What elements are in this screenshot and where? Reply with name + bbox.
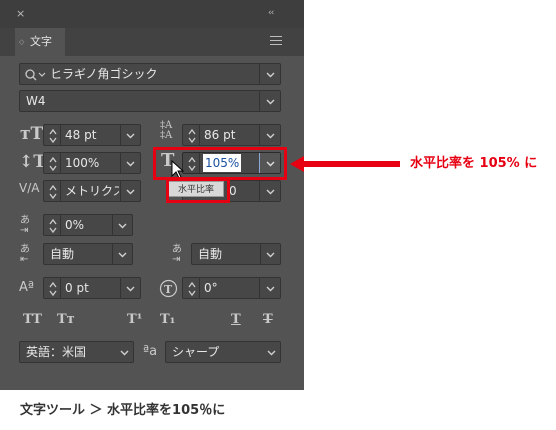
highlight-box-tooltip [166, 178, 230, 203]
vertical-scale-value: 100% [65, 156, 100, 170]
font-size-field[interactable]: 48 pt [43, 124, 141, 146]
svg-text:T: T [164, 283, 173, 296]
leading-value: 86 pt [204, 128, 236, 142]
highlight-box-horizontal-scale [153, 147, 287, 180]
kerning-dropdown[interactable]: メトリクス [43, 180, 141, 202]
tsume-value: 0% [65, 218, 85, 232]
tab-label: 文字 [30, 35, 52, 48]
annotation-arrow-icon [290, 156, 400, 172]
chevron-down-icon [266, 286, 275, 292]
aki-after-icon: あ ⇥ [172, 244, 182, 265]
vertical-scale-field[interactable]: 100% [43, 152, 141, 174]
superscript-button[interactable]: T¹ [127, 313, 142, 327]
vertical-scale-icon: ↕T [19, 152, 46, 172]
character-rotation-icon: T [159, 279, 178, 298]
stepper-icon[interactable] [187, 127, 197, 145]
aki-before-value: 自動 [50, 247, 75, 261]
chevron-down-icon [267, 350, 276, 356]
annotation-label: 水平比率を 105% に [410, 156, 538, 171]
kerning-icon: V/A [19, 181, 40, 195]
kerning-value: メトリクス [65, 184, 119, 198]
font-size-icon: тT [20, 124, 44, 144]
close-icon[interactable]: × [16, 8, 25, 19]
chevron-down-icon [266, 189, 275, 195]
chevron-down-icon [120, 350, 129, 356]
character-panel: × ‹‹ ◇ 文字 ヒラギノ角ゴシック W4 тT 48 pt ‡A ‡A 86… [0, 0, 304, 390]
stepper-icon[interactable] [48, 280, 58, 298]
aki-after-value: 自動 [198, 247, 223, 261]
tsume-field[interactable]: 0% [43, 214, 133, 236]
font-size-value: 48 pt [65, 128, 97, 142]
collapse-icon[interactable]: ‹‹ [268, 9, 274, 18]
chevron-down-icon [266, 252, 275, 258]
chevron-down-icon [126, 133, 135, 139]
aki-before-dropdown[interactable]: 自動 [43, 243, 133, 265]
chevron-down-icon [266, 133, 275, 139]
stepper-icon[interactable] [48, 217, 58, 235]
rotation-field[interactable]: 0° [182, 277, 281, 299]
strikethrough-button[interactable]: T [263, 313, 273, 327]
search-icon [25, 69, 46, 81]
stepper-icon[interactable] [48, 183, 58, 201]
panel-menu-icon[interactable] [270, 36, 282, 46]
subscript-button[interactable]: T₁ [160, 313, 175, 327]
caption: 文字ツール ＞ 水平比率を105％に [20, 403, 226, 418]
all-caps-button[interactable]: TT [23, 313, 42, 327]
aki-before-icon: あ ⇤ [20, 244, 30, 265]
language-value: 英語：米国 [26, 345, 87, 359]
aki-after-dropdown[interactable]: 自動 [191, 243, 281, 265]
baseline-shift-field[interactable]: 0 pt [43, 277, 141, 299]
leading-field[interactable]: 86 pt [182, 124, 281, 146]
font-style-dropdown[interactable]: W4 [19, 90, 281, 112]
font-family-value: ヒラギノ角ゴシック [50, 67, 158, 81]
leading-icon: ‡A ‡A [160, 120, 173, 141]
chevron-down-icon [126, 286, 135, 292]
chevron-down-icon [266, 72, 275, 78]
font-style-value: W4 [26, 94, 46, 108]
chevron-down-icon [126, 189, 135, 195]
stepper-icon[interactable] [48, 155, 58, 173]
antialias-value: シャープ [172, 345, 220, 359]
font-family-dropdown[interactable]: ヒラギノ角ゴシック [19, 63, 281, 85]
panel-titlebar: × ‹‹ [0, 0, 304, 28]
chevron-down-icon [266, 99, 275, 105]
underline-button[interactable]: T [231, 313, 241, 327]
stepper-icon[interactable] [187, 280, 197, 298]
stepper-icon[interactable] [48, 127, 58, 145]
language-dropdown[interactable]: 英語：米国 [19, 341, 134, 363]
antialias-dropdown[interactable]: シャープ [165, 341, 281, 363]
rotation-value: 0° [204, 281, 218, 295]
tracking-value: 0 [229, 184, 237, 198]
baseline-shift-icon: Aª [19, 280, 35, 295]
tab-character[interactable]: ◇ 文字 [15, 28, 65, 56]
tsume-icon: あ ⇥ [20, 215, 30, 236]
tab-grip-icon: ◇ [19, 38, 25, 46]
small-caps-button[interactable]: Tт [57, 313, 75, 327]
panel-tab-row: ◇ 文字 [0, 28, 304, 56]
chevron-down-icon [118, 223, 127, 229]
screenshot-stage: × ‹‹ ◇ 文字 ヒラギノ角ゴシック W4 тT 48 pt ‡A ‡A 86… [0, 0, 556, 430]
chevron-down-icon [118, 252, 127, 258]
chevron-down-icon [126, 161, 135, 167]
baseline-shift-value: 0 pt [65, 281, 89, 295]
antialias-icon: ªa [143, 344, 158, 359]
